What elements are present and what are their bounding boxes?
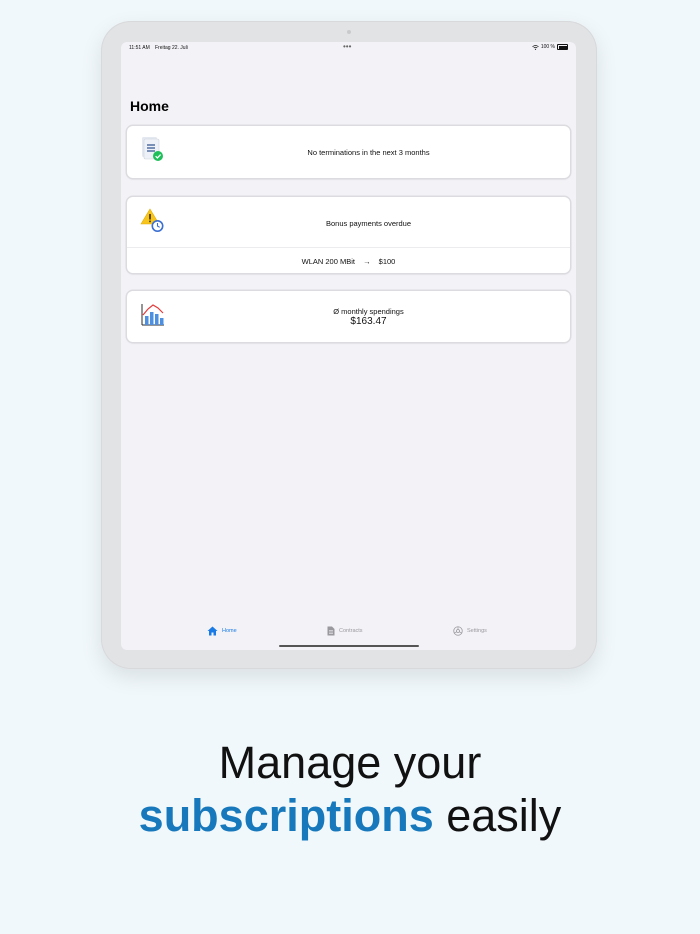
bar-chart-icon: [141, 304, 164, 326]
multitask-dots[interactable]: •••: [343, 43, 351, 51]
document-icon: [327, 626, 335, 636]
wifi-icon: [532, 44, 539, 50]
marketing-headline-line2: subscriptions easily: [0, 790, 700, 842]
bonus-card[interactable]: Bonus payments overdue WLAN 200 MBit → $…: [127, 197, 570, 273]
home-indicator[interactable]: [279, 645, 419, 647]
bonus-contract-amount: $100: [378, 257, 396, 266]
tab-contracts[interactable]: Contracts: [327, 626, 363, 636]
home-icon: [207, 626, 218, 636]
tablet-device-frame: 11:51 AM Freitag 22. Juli ••• 100 % Home: [101, 21, 597, 669]
warning-clock-icon: [140, 208, 164, 232]
spendings-card[interactable]: Ø monthly spendings $163.47: [127, 291, 570, 342]
page-title: Home: [130, 98, 169, 114]
document-check-icon: [142, 137, 163, 161]
battery-icon: [557, 44, 568, 50]
front-camera: [347, 30, 351, 34]
spendings-amount: $163.47: [350, 316, 387, 327]
spendings-label: Ø monthly spendings: [333, 307, 404, 316]
terminations-text: No terminations in the next 3 months: [307, 148, 430, 157]
bonus-contract-name: WLAN 200 MBit: [301, 257, 355, 266]
status-right: 100 %: [532, 44, 568, 50]
arrow-right-icon: →: [363, 257, 371, 266]
card-divider: [127, 247, 570, 248]
bonus-contract-row[interactable]: WLAN 200 MBit → $100: [127, 257, 570, 266]
tab-settings[interactable]: Settings: [453, 626, 487, 636]
status-time: 11:51 AM: [129, 45, 150, 51]
tab-bar: Home Contracts Settings: [121, 624, 576, 644]
status-date: Freitag 22. Juli: [155, 45, 188, 51]
status-bar: 11:51 AM Freitag 22. Juli ••• 100 %: [121, 42, 576, 54]
headline-rest: easily: [446, 790, 562, 841]
app-screen: 11:51 AM Freitag 22. Juli ••• 100 % Home: [121, 42, 576, 650]
tab-contracts-label: Contracts: [339, 628, 363, 634]
marketing-headline-line1: Manage your: [218, 737, 482, 788]
battery-percent: 100 %: [540, 44, 555, 50]
bonus-text: Bonus payments overdue: [325, 219, 412, 228]
tab-home[interactable]: Home: [207, 626, 237, 636]
tab-home-label: Home: [222, 628, 237, 634]
gear-icon: [453, 626, 463, 636]
headline-accent-word: subscriptions: [138, 790, 434, 841]
tab-settings-label: Settings: [467, 628, 487, 634]
terminations-card[interactable]: No terminations in the next 3 months: [127, 126, 570, 178]
